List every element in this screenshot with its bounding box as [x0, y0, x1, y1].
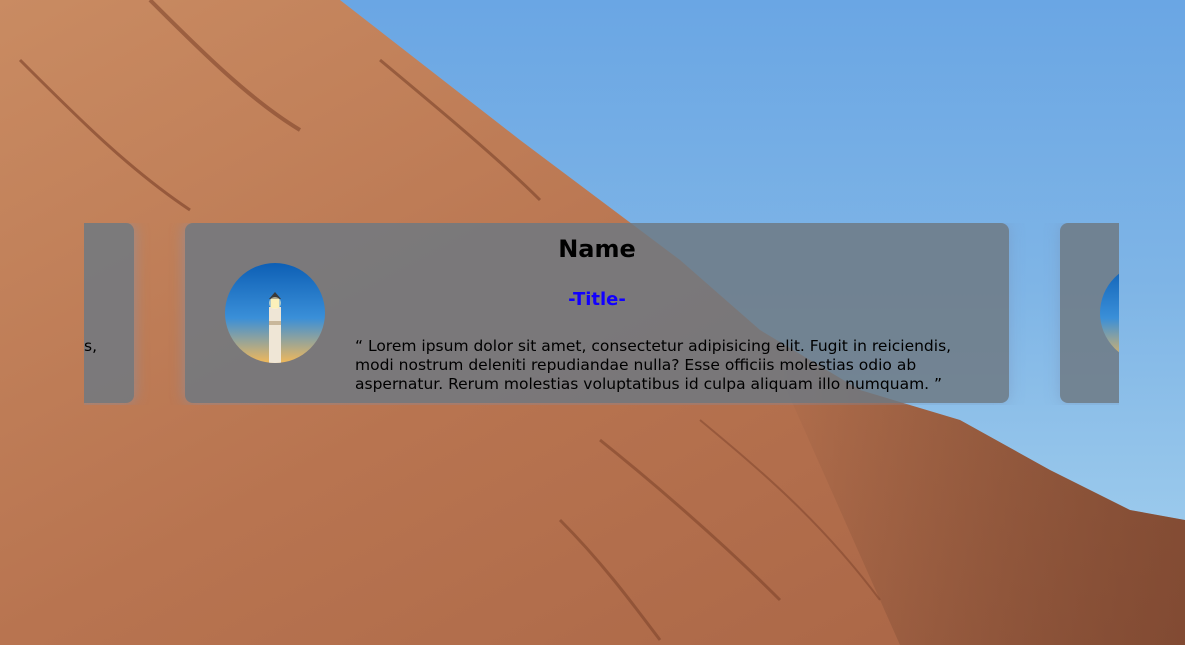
testimonial-name: Name	[558, 235, 636, 263]
testimonial-card-previous[interactable]: s,	[84, 223, 134, 403]
avatar-next	[1100, 263, 1119, 363]
lighthouse-icon	[1100, 263, 1119, 363]
testimonial-card-next[interactable]	[1060, 223, 1119, 403]
testimonial-carousel[interactable]: s, Name -Title- “ Lorem ipsum dolor sit …	[84, 223, 1119, 405]
background-stage: s, Name -Title- “ Lorem ipsum dolor sit …	[0, 0, 1185, 645]
testimonial-title: -Title-	[568, 289, 626, 310]
avatar	[225, 263, 325, 363]
previous-card-quote-fragment: s,	[84, 337, 98, 355]
lighthouse-icon	[225, 263, 325, 363]
testimonial-card-active[interactable]: Name -Title- “ Lorem ipsum dolor sit ame…	[185, 223, 1009, 403]
testimonial-quote: “ Lorem ipsum dolor sit amet, consectetu…	[355, 337, 952, 393]
